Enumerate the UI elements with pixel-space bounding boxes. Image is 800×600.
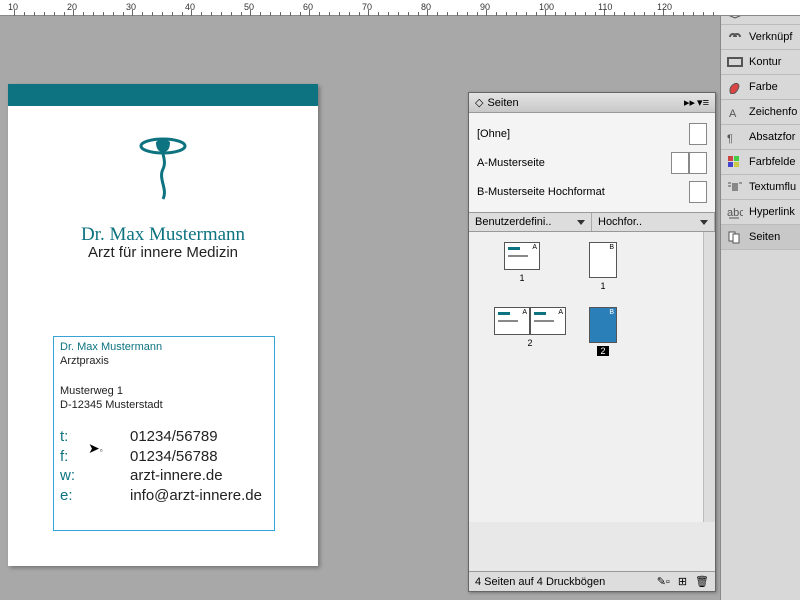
dock-label: Zeichenfo	[749, 106, 797, 118]
contact-value: info@arzt-innere.de	[130, 486, 262, 506]
horizontal-ruler: 102030405060708090100110120	[0, 0, 800, 16]
wrap-icon	[727, 180, 743, 194]
hyper-icon: abc	[727, 205, 743, 219]
master-thumb	[689, 123, 707, 145]
spread-thumb[interactable]: AA2	[494, 307, 566, 348]
dropdown-icon	[700, 220, 708, 225]
contact-key: e:	[60, 486, 130, 506]
dock-label: Absatzfor	[749, 131, 795, 143]
dock-char[interactable]: A Zeichenfo	[721, 100, 800, 125]
master-row[interactable]: A-Musterseite	[477, 148, 707, 177]
contact-value: arzt-innere.de	[130, 466, 262, 486]
svg-text:A: A	[729, 108, 737, 119]
frame-practice: Arztpraxis	[60, 354, 268, 368]
panel-selectors: Benutzerdefini.. Hochfor..	[469, 213, 715, 232]
page-number: 2	[494, 338, 566, 348]
dock-label: Kontur	[749, 56, 781, 68]
pages-panel[interactable]: ◇ Seiten ▸▸ ▾≡ [Ohne] A-Musterseite B-Must…	[468, 92, 716, 592]
links-icon	[727, 30, 743, 44]
page-number: 1	[504, 273, 540, 283]
master-pages-list[interactable]: [Ohne] A-Musterseite B-Musterseite Hochfor…	[469, 113, 715, 213]
selector-left[interactable]: Benutzerdefini..	[469, 213, 592, 231]
card-subtitle: Arzt für innere Medizin	[8, 244, 318, 261]
dock-stroke[interactable]: Kontur	[721, 50, 800, 75]
panel-header[interactable]: ◇ Seiten ▸▸ ▾≡	[469, 93, 715, 113]
para-icon: ¶	[727, 130, 743, 144]
logo-medical-icon	[138, 134, 188, 207]
page-number: 1	[589, 281, 617, 291]
panel-footer: 4 Seiten auf 4 Druckbögen ✎▫ ⊞ 🗑	[469, 571, 715, 591]
trash-icon[interactable]: 🗑	[695, 575, 709, 588]
master-name: [Ohne]	[477, 128, 510, 140]
dock-para[interactable]: ¶ Absatzfor	[721, 125, 800, 150]
frame-street: Musterweg 1	[60, 384, 268, 398]
new-page-icon[interactable]: ⊞	[678, 575, 687, 588]
master-name: A-Musterseite	[477, 157, 545, 169]
pages-icon	[727, 230, 743, 244]
footer-status: 4 Seiten auf 4 Druckbögen	[475, 576, 605, 588]
svg-text:abc: abc	[727, 207, 743, 219]
dock-pages[interactable]: Seiten	[721, 225, 800, 250]
master-thumb	[689, 181, 707, 203]
selector-right[interactable]: Hochfor..	[592, 213, 715, 231]
master-name: B-Musterseite Hochformat	[477, 186, 605, 198]
dock-color[interactable]: Farbe	[721, 75, 800, 100]
dock-swatch[interactable]: Farbfelde	[721, 150, 800, 175]
contact-table: t:01234/56789f:01234/56788w:arzt-innere.…	[60, 427, 262, 505]
color-icon	[727, 80, 743, 94]
dock-label: Hyperlink	[749, 206, 795, 218]
spread-thumb[interactable]: B2	[589, 307, 617, 356]
dock-panel: EbenenVerknüpfKonturFarbeAZeichenfo¶Absa…	[720, 0, 800, 600]
master-thumb	[671, 152, 707, 174]
contact-value: 01234/56788	[130, 447, 262, 467]
frame-city: D-12345 Musterstadt	[60, 398, 268, 412]
spread-thumb[interactable]: B1	[589, 242, 617, 291]
document-page[interactable]: Dr. Max Mustermann Arzt für innere Mediz…	[8, 84, 318, 566]
char-icon: A	[727, 105, 743, 119]
text-frame-selected[interactable]: Dr. Max Mustermann Arztpraxis Musterweg …	[53, 336, 275, 531]
dock-hyper[interactable]: abc Hyperlink	[721, 200, 800, 225]
dock-label: Farbe	[749, 81, 778, 93]
svg-text:¶: ¶	[727, 133, 733, 144]
panel-grip-icon: ◇	[475, 96, 483, 109]
card-title: Dr. Max Mustermann	[8, 224, 318, 246]
dock-links[interactable]: Verknüpf	[721, 25, 800, 50]
dropdown-icon	[577, 220, 585, 225]
swatch-icon	[727, 155, 743, 169]
page-number: 2	[597, 346, 609, 356]
page-thumbnails[interactable]: A1 B1 AA2 B2	[469, 232, 715, 522]
panel-title: Seiten	[487, 97, 518, 109]
contact-key: w:	[60, 466, 130, 486]
page-color-bar	[8, 84, 318, 106]
mouse-cursor: ➤▫	[88, 440, 103, 457]
panel-menu-icon[interactable]: ▾≡	[697, 96, 709, 109]
dock-label: Seiten	[749, 231, 780, 243]
contact-value: 01234/56789	[130, 427, 262, 447]
master-row[interactable]: [Ohne]	[477, 119, 707, 148]
master-row[interactable]: B-Musterseite Hochformat	[477, 177, 707, 206]
dock-label: Textumflu	[749, 181, 796, 193]
frame-name: Dr. Max Mustermann	[60, 340, 268, 354]
collapse-icon[interactable]: ▸▸	[684, 96, 695, 109]
scrollbar[interactable]	[703, 232, 715, 522]
dock-label: Farbfelde	[749, 156, 795, 168]
spread-thumb[interactable]: A1	[504, 242, 540, 283]
edit-page-icon[interactable]: ✎▫	[657, 575, 670, 588]
stroke-icon	[727, 55, 743, 69]
dock-label: Verknüpf	[749, 31, 792, 43]
dock-wrap[interactable]: Textumflu	[721, 175, 800, 200]
